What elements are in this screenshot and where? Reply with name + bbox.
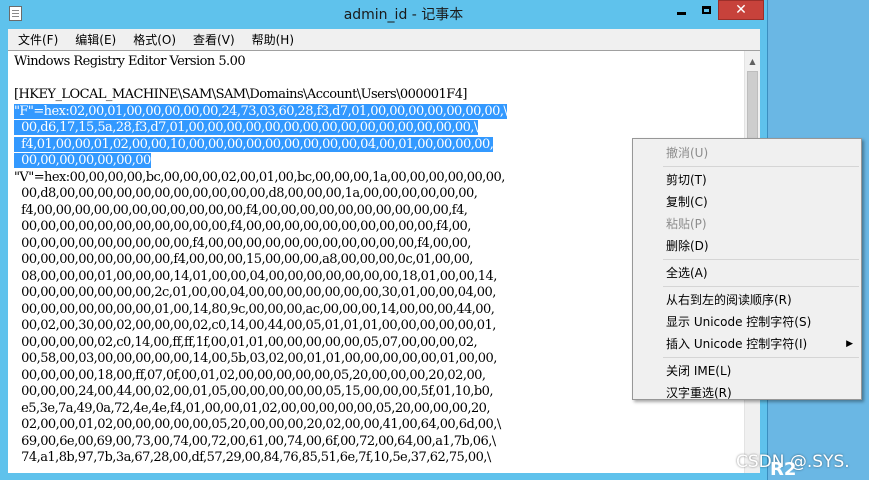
context-menu-item-label: 显示 Unicode 控制字符(S) <box>666 315 812 329</box>
menu-edit[interactable]: 编辑(E) <box>65 31 123 48</box>
context-menu-item-label: 全选(A) <box>666 266 708 280</box>
context-menu-item-label: 插入 Unicode 控制字符(I) <box>666 337 808 351</box>
context-menu: 撤消(U) 剪切(T) 复制(C) 粘贴(P) 删除(D) 全选(A) 从右到左的阅读顺序(… <box>632 138 862 400</box>
text-line-content: 00,00,00,00,02,c0,14,00,ff,ff,1f,00,01,0… <box>14 334 478 350</box>
text-line-content: 00,00,00,00,00,00,00,00,00,f4,00,00,00,0… <box>14 235 471 251</box>
text-line-content: 00,00,00,00,00,00,00,00,f4,00,00,00,15,0… <box>14 252 473 267</box>
text-line[interactable]: "F"=hex:02,00,01,00,00,00,00,00,24,73,03… <box>14 103 738 121</box>
text-line-content: 00,d8,00,00,00,00,00,00,00,00,00,00,00,d… <box>14 186 478 201</box>
scroll-up-icon[interactable]: ▲ <box>745 53 760 69</box>
menu-format[interactable]: 格式(O) <box>123 31 183 48</box>
context-menu-item[interactable]: 汉字重选(R) <box>633 382 861 404</box>
text-line-content: 00,d6,17,15,5a,28,f3,d7,01,00,00,00,00,0… <box>14 120 478 135</box>
text-line[interactable]: Windows Registry Editor Version 5.00 <box>14 54 738 71</box>
menu-view[interactable]: 查看(V) <box>183 31 242 48</box>
context-menu-item: 撤消(U) <box>633 142 861 164</box>
text-line[interactable]: f4,01,00,00,01,02,00,00,10,00,00,00,00,0… <box>14 136 738 154</box>
text-content[interactable]: Windows Registry Editor Version 5.00 [HKE… <box>14 54 738 469</box>
text-line[interactable]: 69,00,6e,00,69,00,73,00,74,00,72,00,61,0… <box>14 434 738 451</box>
text-line-content: 00,00,00,00,00,00,00 <box>14 153 151 168</box>
text-line[interactable]: 00,00,00,00,00,00,00,00,00,f4,00,00,00,0… <box>14 236 738 253</box>
text-line[interactable]: 00,00,00,00,18,00,ff,07,0f,00,01,02,00,0… <box>14 368 738 385</box>
text-line-content: 00,00,00,00,00,00,00,2c,01,00,00,04,00,0… <box>14 285 496 300</box>
text-line[interactable]: "V"=hex:00,00,00,00,bc,00,00,00,02,00,01… <box>14 170 738 187</box>
menu-help[interactable]: 帮助(H) <box>242 31 301 48</box>
context-menu-item[interactable]: 全选(A) <box>633 262 861 284</box>
context-menu-item[interactable]: 关闭 IME(L) <box>633 360 861 382</box>
menu-bar: 文件(F) 编辑(E) 格式(O) 查看(V) 帮助(H) <box>8 29 760 50</box>
text-line[interactable]: 00,00,00,00,00,00,00,00,00,00,00,f4,00,0… <box>14 219 738 236</box>
text-line-content: f4,00,00,00,00,00,00,00,00,00,00,00,f4,0… <box>14 202 468 218</box>
text-line[interactable]: 00,58,00,03,00,00,00,00,00,14,00,5b,03,0… <box>14 351 738 368</box>
minimize-icon <box>676 11 686 15</box>
context-menu-item-label: 关闭 IME(L) <box>666 364 732 378</box>
context-menu-item-label: 从右到左的阅读顺序(R) <box>666 293 792 307</box>
text-line[interactable]: 00,00,00,24,00,44,00,02,00,01,05,00,00,0… <box>14 384 738 401</box>
close-button[interactable]: ✕ <box>718 0 764 20</box>
context-menu-item-label: 汉字重选(R) <box>666 386 732 400</box>
context-menu-item-label: 剪切(T) <box>666 173 707 187</box>
context-menu-item-label: 删除(D) <box>666 239 709 253</box>
context-menu-item[interactable]: 删除(D) <box>633 235 861 257</box>
text-line-content: 08,00,00,00,01,00,00,00,14,01,00,00,04,0… <box>14 268 497 284</box>
title-bar[interactable]: admin_id - 记事本 ✕ <box>0 0 767 27</box>
text-line[interactable]: 02,00,00,01,02,00,00,00,00,00,05,20,00,0… <box>14 417 738 434</box>
menu-file[interactable]: 文件(F) <box>8 31 65 48</box>
text-line-content: 74,a1,8b,97,7b,3a,67,28,00,df,57,29,00,8… <box>14 450 491 465</box>
menu-separator <box>663 357 859 358</box>
text-line[interactable] <box>14 71 738 88</box>
context-menu-item[interactable]: 显示 Unicode 控制字符(S) <box>633 311 861 333</box>
text-line-content: "V"=hex:00,00,00,00,bc,00,00,00,02,00,01… <box>14 169 505 185</box>
submenu-arrow-icon: ▶ <box>846 339 853 349</box>
maximize-icon <box>701 6 711 14</box>
text-line[interactable]: 00,02,00,30,00,02,00,00,00,02,c0,14,00,4… <box>14 318 738 335</box>
text-line[interactable]: 00,d8,00,00,00,00,00,00,00,00,00,00,00,d… <box>14 186 738 203</box>
text-line[interactable]: 00,00,00,00,00,00,00,00,f4,00,00,00,15,0… <box>14 252 738 269</box>
text-line[interactable]: 74,a1,8b,97,7b,3a,67,28,00,df,57,29,00,8… <box>14 450 738 467</box>
context-menu-item[interactable]: 复制(C) <box>633 191 861 213</box>
maximize-button[interactable] <box>694 0 718 20</box>
context-menu-item: 粘贴(P) <box>633 213 861 235</box>
text-line-content: 00,58,00,03,00,00,00,00,00,14,00,5b,03,0… <box>14 351 497 366</box>
close-icon: ✕ <box>735 2 747 18</box>
text-line-content: Windows Registry Editor Version 5.00 <box>14 54 246 69</box>
text-line[interactable]: 00,d6,17,15,5a,28,f3,d7,01,00,00,00,00,0… <box>14 120 738 137</box>
text-line-content: 00,02,00,30,00,02,00,00,00,02,c0,14,00,4… <box>14 318 496 333</box>
text-line-content: 00,00,00,24,00,44,00,02,00,01,05,00,00,0… <box>14 384 493 399</box>
text-line-content: 00,00,00,00,00,00,00,00,00,00,00,f4,00,0… <box>14 219 471 234</box>
text-line[interactable]: 00,00,00,00,00,00,00,2c,01,00,00,04,00,0… <box>14 285 738 302</box>
context-menu-item-label: 复制(C) <box>666 195 708 209</box>
menu-separator <box>663 259 859 260</box>
text-line[interactable]: 00,00,00,00,00,00,00 <box>14 153 738 170</box>
context-menu-item[interactable]: 插入 Unicode 控制字符(I) ▶ <box>633 333 861 355</box>
text-line-content: [HKEY_LOCAL_MACHINE\SAM\SAM\Domains\Acco… <box>14 87 468 102</box>
window-title: admin_id - 记事本 <box>343 7 464 23</box>
text-line-content: e5,3e,7a,49,0a,72,4e,4e,f4,01,00,00,01,0… <box>14 400 490 416</box>
context-menu-item[interactable]: 从右到左的阅读顺序(R) <box>633 289 861 311</box>
text-line-content: "F"=hex:02,00,01,00,00,00,00,00,24,73,03… <box>14 103 508 119</box>
scroll-thumb[interactable] <box>747 71 758 141</box>
minimize-button[interactable] <box>668 0 694 20</box>
text-line[interactable]: 00,00,00,00,02,c0,14,00,ff,ff,1f,00,01,0… <box>14 335 738 352</box>
menu-separator <box>663 286 859 287</box>
text-line-content: 69,00,6e,00,69,00,73,00,74,00,72,00,61,0… <box>14 433 496 449</box>
text-line[interactable]: [HKEY_LOCAL_MACHINE\SAM\SAM\Domains\Acco… <box>14 87 738 104</box>
text-line[interactable]: 00,00,00,00,00,00,00,01,00,14,80,9c,00,0… <box>14 302 738 319</box>
text-line-content: 00,00,00,00,00,00,00,01,00,14,80,9c,00,0… <box>14 301 495 317</box>
context-menu-item-label: 粘贴(P) <box>666 217 707 231</box>
context-menu-item-label: 撤消(U) <box>666 146 709 160</box>
text-line-content: 00,00,00,00,18,00,ff,07,0f,00,01,02,00,0… <box>14 367 486 383</box>
text-line[interactable]: e5,3e,7a,49,0a,72,4e,4e,f4,01,00,00,01,0… <box>14 401 738 418</box>
text-line-content: f4,01,00,00,01,02,00,00,10,00,00,00,00,0… <box>14 136 494 152</box>
menu-separator <box>663 166 859 167</box>
context-menu-item[interactable]: 剪切(T) <box>633 169 861 191</box>
watermark-overlay: R2 <box>770 459 797 480</box>
text-line[interactable]: 08,00,00,00,01,00,00,00,14,01,00,00,04,0… <box>14 269 738 286</box>
text-line-content: 02,00,00,01,02,00,00,00,00,00,05,20,00,0… <box>14 417 501 432</box>
text-line[interactable]: f4,00,00,00,00,00,00,00,00,00,00,00,f4,0… <box>14 203 738 220</box>
